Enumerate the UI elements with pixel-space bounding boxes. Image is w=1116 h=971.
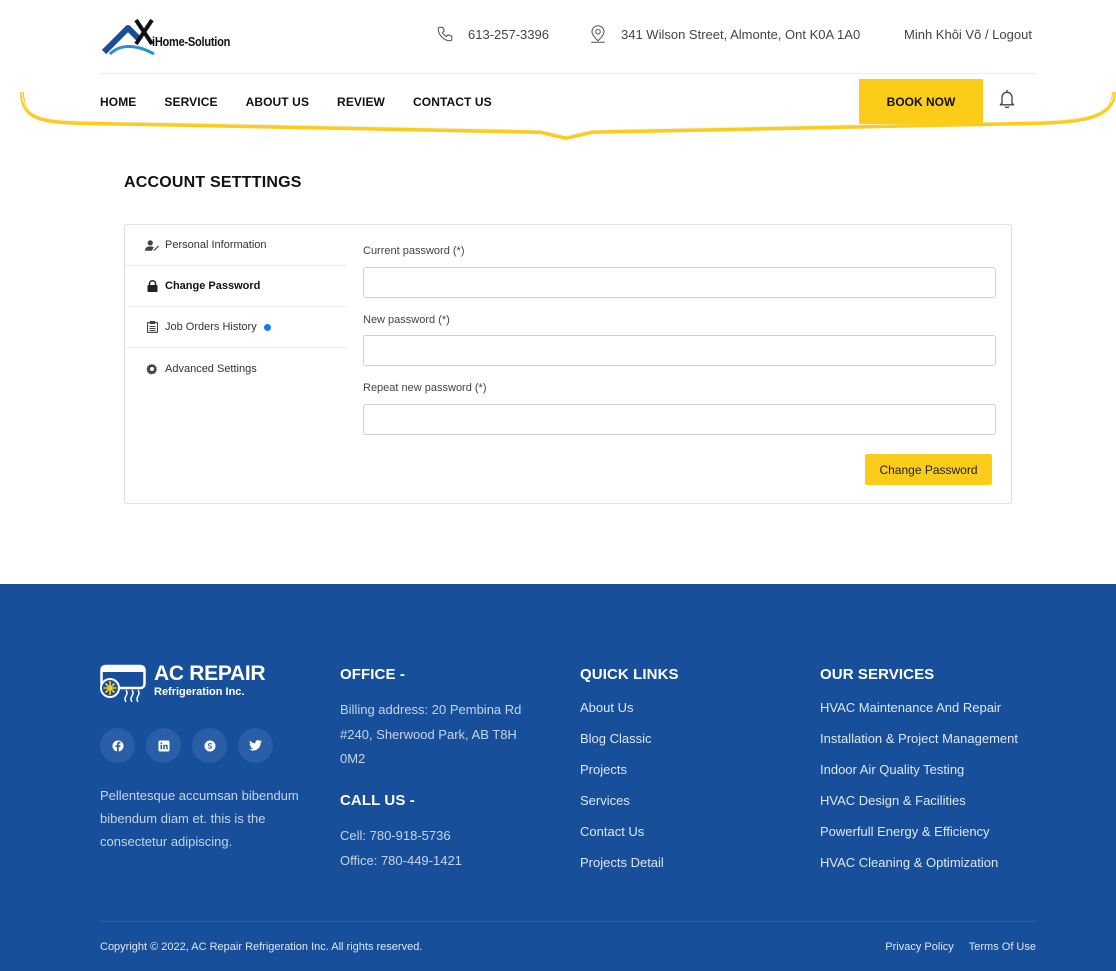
facebook-icon[interactable] — [100, 728, 135, 763]
user-account: Minh Khôi Võ / Logout — [904, 24, 1032, 44]
service-link[interactable]: HVAC Cleaning & Optimization — [820, 855, 1018, 886]
service-link[interactable]: Powerfull Energy & Efficiency — [820, 824, 1018, 855]
notification-dot — [263, 323, 271, 331]
quick-links-list: About Us Blog Classic Projects Services … — [580, 700, 664, 886]
map-pin-icon — [589, 24, 607, 44]
new-password-label: New password (*) — [363, 314, 450, 326]
account-settings-panel: Personal Information Change Password Job… — [124, 224, 1012, 504]
repeat-password-input[interactable] — [363, 404, 996, 435]
sidebar-item-label: Advanced Settings — [165, 362, 257, 375]
current-password-label: Current password (*) — [363, 245, 465, 257]
office-phone[interactable]: Office: 780-449-1421 — [340, 849, 462, 874]
repeat-password-label: Repeat new password (*) — [363, 382, 487, 394]
phone-info[interactable]: 613-257-3396 — [436, 24, 549, 44]
lock-icon — [145, 280, 159, 292]
footer-description: Pellentesque accumsan bibendum bibendum … — [100, 788, 299, 849]
sidebar-item-change-password[interactable]: Change Password — [125, 266, 347, 307]
service-link[interactable]: HVAC Design & Facilities — [820, 793, 1018, 824]
phone-icon — [436, 25, 454, 43]
quick-link-contact-us[interactable]: Contact Us — [580, 824, 664, 855]
terms-of-use-link[interactable]: Terms Of Use — [969, 941, 1036, 953]
nav-home[interactable]: HOME — [100, 95, 136, 109]
new-password-input[interactable] — [363, 335, 996, 366]
user-name[interactable]: Minh Khôi Võ — [904, 27, 981, 42]
settings-sidebar: Personal Information Change Password Job… — [125, 225, 347, 389]
nav-about-us[interactable]: ABOUT US — [246, 95, 309, 109]
site-logo[interactable]: iHome-Solution — [100, 14, 255, 60]
sidebar-item-advanced-settings[interactable]: Advanced Settings — [125, 348, 347, 389]
our-services-heading: OUR SERVICES — [820, 666, 935, 683]
service-link[interactable]: Installation & Project Management — [820, 731, 1018, 762]
user-edit-icon — [145, 239, 159, 252]
legal-links: Privacy Policy Terms Of Use — [870, 941, 1036, 953]
service-link[interactable]: HVAC Maintenance And Repair — [820, 700, 1018, 731]
sidebar-item-label: Job Orders History — [165, 321, 257, 333]
service-link[interactable]: Indoor Air Quality Testing — [820, 762, 1018, 793]
site-footer: AC REPAIR Refrigeration Inc. Pellentesqu… — [0, 584, 1116, 971]
quick-link-projects-detail[interactable]: Projects Detail — [580, 855, 664, 886]
privacy-policy-link[interactable]: Privacy Policy — [885, 941, 953, 953]
linkedin-icon[interactable] — [146, 728, 181, 763]
header-divider — [100, 73, 1036, 74]
address-text: 341 Wilson Street, Almonte, Ont K0A 1A0 — [621, 26, 861, 42]
bell-icon[interactable] — [997, 88, 1017, 115]
gear-icon — [145, 363, 159, 375]
user-separator: / — [981, 26, 993, 42]
cell-phone[interactable]: Cell: 780-918-5736 — [340, 824, 451, 849]
footer-divider — [100, 921, 1036, 922]
page-title: ACCOUNT SETTTINGS — [124, 174, 302, 191]
quick-link-services[interactable]: Services — [580, 793, 664, 824]
change-password-button[interactable]: Change Password — [865, 454, 992, 485]
book-now-button[interactable]: BOOK NOW — [859, 79, 983, 124]
phone-number: 613-257-3396 — [468, 26, 549, 42]
current-password-input[interactable] — [363, 267, 996, 298]
sidebar-item-personal-information[interactable]: Personal Information — [125, 225, 347, 266]
address-info[interactable]: 341 Wilson Street, Almonte, Ont K0A 1A0 — [589, 24, 860, 44]
sidebar-item-label: Personal Information — [165, 239, 267, 251]
office-address: Billing address: 20 Pembina Rd #240, She… — [340, 702, 522, 766]
social-links — [100, 728, 284, 763]
logout-link[interactable]: Logout — [992, 27, 1032, 42]
call-us-heading: CALL US - — [340, 792, 415, 809]
logo-text: iHome-Solution — [152, 34, 231, 49]
office-heading: OFFICE - — [340, 666, 405, 683]
quick-links-heading: QUICK LINKS — [580, 666, 679, 683]
footer-brand-name: AC REPAIR — [154, 662, 266, 685]
footer-brand-subtitle: Refrigeration Inc. — [154, 686, 245, 698]
quick-link-projects[interactable]: Projects — [580, 762, 664, 793]
skype-icon[interactable] — [192, 728, 227, 763]
twitter-icon[interactable] — [238, 728, 273, 763]
main-nav: HOME SERVICE ABOUT US REVIEW CONTACT US — [100, 95, 520, 109]
site-header: iHome-Solution 613-257-3396 341 Wilson S… — [0, 0, 1116, 150]
clipboard-icon — [145, 321, 159, 333]
house-logo-icon — [101, 18, 155, 56]
quick-link-blog-classic[interactable]: Blog Classic — [580, 731, 664, 762]
nav-service[interactable]: SERVICE — [164, 95, 217, 109]
sidebar-item-label: Change Password — [165, 280, 261, 292]
services-list: HVAC Maintenance And Repair Installation… — [820, 700, 1018, 886]
copyright-text: Copyright © 2022, AC Repair Refrigeratio… — [100, 941, 423, 953]
sidebar-item-job-orders-history[interactable]: Job Orders History — [125, 307, 347, 348]
nav-contact-us[interactable]: CONTACT US — [413, 95, 492, 109]
ac-unit-logo-icon — [100, 664, 146, 702]
nav-review[interactable]: REVIEW — [337, 95, 385, 109]
quick-link-about-us[interactable]: About Us — [580, 700, 664, 731]
